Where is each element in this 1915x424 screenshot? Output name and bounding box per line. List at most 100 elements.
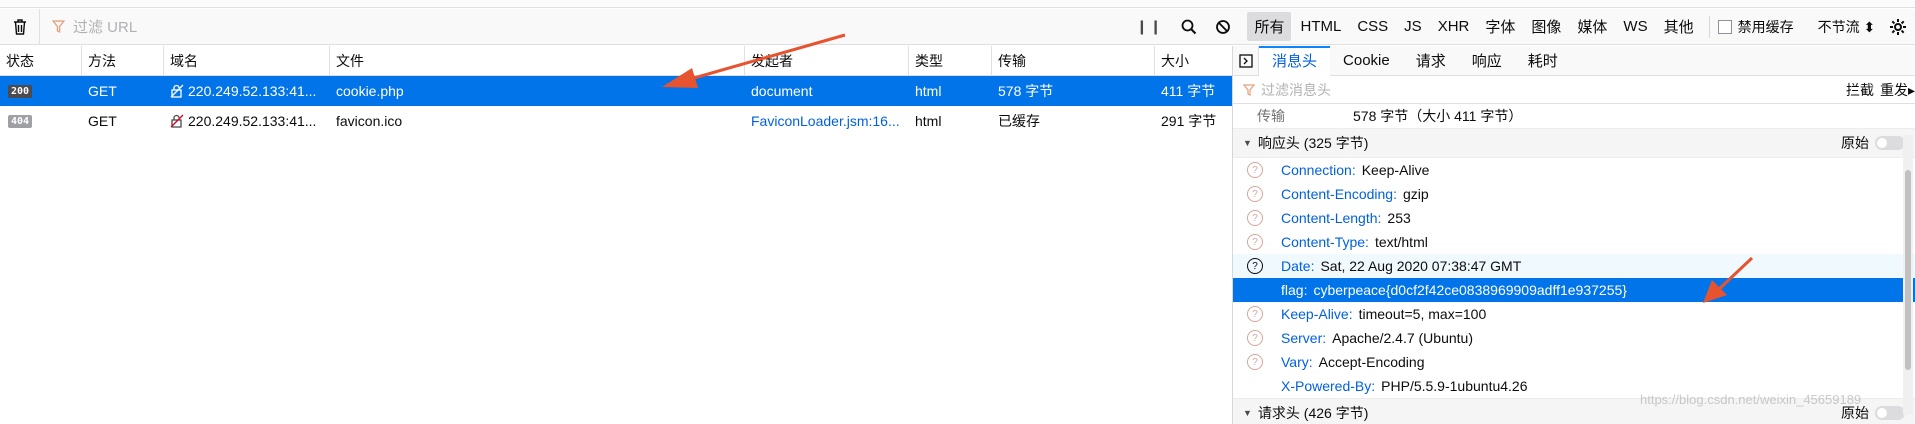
funnel-icon [52,20,65,33]
throttle-select[interactable]: 不节流 ⬍ [1818,17,1876,37]
help-icon[interactable]: ? [1247,258,1263,274]
resend-button[interactable]: 重发▸ [1880,80,1915,100]
header-value: PHP/5.5.9-1ubuntu4.26 [1381,378,1528,394]
raw-toggle[interactable] [1875,136,1905,150]
header-name: Keep-Alive: [1281,306,1353,322]
disable-cache-checkbox[interactable]: 禁用缓存 [1717,17,1794,37]
header-value: gzip [1402,186,1429,202]
type-html[interactable]: HTML [1293,14,1348,39]
header-value: Accept-Encoding [1318,354,1425,370]
raw-toggle[interactable] [1875,406,1905,420]
request-table: 状态 方法 域名 文件 发起者 类型 传输 大小 200 GET 220.249… [0,46,1232,424]
header-row[interactable]: ? Content-Type: text/html [1233,230,1915,254]
request-headers-title: 请求头 (426 字节) [1257,405,1369,421]
col-file[interactable]: 文件 [330,46,745,75]
col-size[interactable]: 大小 [1155,46,1232,75]
table-row[interactable]: 200 GET 220.249.52.133:41... cookie.php … [0,76,1232,106]
help-icon[interactable]: ? [1247,330,1263,346]
headers-filter-input[interactable]: 过滤消息头 拦截 重发▸ [1233,76,1915,104]
help-icon[interactable]: ? [1247,162,1263,178]
insecure-lock-icon [170,84,184,98]
file-cell: favicon.ico [336,113,403,129]
type-media[interactable]: 媒体 [1570,12,1614,41]
col-method[interactable]: 方法 [82,46,164,75]
block-icon[interactable] [1215,19,1231,35]
checkbox-box[interactable] [1717,19,1732,34]
header-value: timeout=5, max=100 [1358,306,1487,322]
toggle-sidebar-button[interactable] [1233,45,1259,76]
header-value: text/html [1374,234,1428,250]
type-js[interactable]: JS [1397,14,1429,39]
header-name: X-Powered-By: [1281,378,1376,394]
header-row[interactable]: ? Content-Encoding: gzip [1233,182,1915,206]
type-css[interactable]: CSS [1350,14,1395,39]
file-cell: cookie.php [336,83,404,99]
status-badge: 200 [8,84,33,98]
header-row[interactable]: ? Keep-Alive: timeout=5, max=100 [1233,302,1915,326]
clear-button[interactable] [0,8,40,45]
sidebar-toggle-icon [1238,53,1253,68]
method-cell: GET [88,113,117,129]
trash-icon [13,18,26,35]
search-icon[interactable] [1181,19,1197,35]
header-row-flag[interactable]: ? flag: cyberpeace{d0cf2f42ce0838969909adf… [1233,278,1915,302]
expand-triangle-icon: ▼ [1243,408,1252,418]
tab-response[interactable]: 响应 [1459,46,1515,76]
help-icon[interactable]: ? [1247,210,1263,226]
help-icon[interactable]: ? [1247,306,1263,322]
domain-cell: 220.249.52.133:41... [188,113,317,129]
transfer-value: 578 字节（大小 411 字节） [1353,108,1523,124]
header-name: Content-Length: [1281,210,1382,226]
block-button[interactable]: 拦截 [1846,80,1874,100]
header-row[interactable]: ? Date: Sat, 22 Aug 2020 07:38:47 GMT [1233,254,1915,278]
domain-cell: 220.249.52.133:41... [188,83,317,99]
scrollbar-thumb[interactable] [1905,170,1911,370]
col-status[interactable]: 状态 [0,46,82,75]
toolbar-divider [1708,15,1710,38]
url-filter-placeholder: 过滤 URL [73,19,138,36]
col-domain[interactable]: 域名 [164,46,330,75]
help-icon: ? [1247,282,1263,298]
gear-icon[interactable] [1889,18,1907,36]
header-name: Content-Type: [1281,234,1369,250]
network-toolbar: 过滤 URL ❙❙ 所有 HTML CSS JS XHR 字体 图像 媒体 WS… [0,8,1915,45]
type-ws[interactable]: WS [1616,14,1654,39]
header-row[interactable]: ? Connection: Keep-Alive [1233,158,1915,182]
col-transferred[interactable]: 传输 [992,46,1155,75]
response-headers-section[interactable]: ▼ 响应头 (325 字节) 原始 [1233,128,1915,158]
type-all[interactable]: 所有 [1247,12,1292,41]
tab-request[interactable]: 请求 [1403,46,1459,76]
tab-cookies[interactable]: Cookie [1330,46,1403,76]
details-tabs: 消息头 Cookie 请求 响应 耗时 [1233,45,1915,76]
type-other[interactable]: 其他 [1657,12,1701,41]
type-cell: html [915,83,942,99]
col-initiator[interactable]: 发起者 [745,46,909,75]
top-strip [0,0,1915,8]
expand-triangle-icon: ▼ [1243,138,1252,148]
header-row[interactable]: ? Server: Apache/2.4.7 (Ubuntu) [1233,326,1915,350]
help-icon[interactable]: ? [1247,186,1263,202]
type-xhr[interactable]: XHR [1431,14,1477,39]
col-type[interactable]: 类型 [909,46,992,75]
header-name: flag: [1281,282,1308,298]
header-name: Date: [1281,258,1315,274]
insecure-lock-icon [170,114,184,128]
type-filter-group: 所有 HTML CSS JS XHR 字体 图像 媒体 WS 其他 [1247,9,1700,45]
disable-cache-label: 禁用缓存 [1737,18,1794,35]
header-row[interactable]: ? Content-Length: 253 [1233,206,1915,230]
header-value: Keep-Alive [1361,162,1430,178]
url-filter-input[interactable]: 过滤 URL [40,9,1120,45]
help-icon[interactable]: ? [1247,354,1263,370]
help-icon[interactable]: ? [1247,234,1263,250]
table-row[interactable]: 404 GET 220.249.52.133:41... favicon.ico… [0,106,1232,136]
type-images[interactable]: 图像 [1524,12,1568,41]
tab-headers[interactable]: 消息头 [1259,45,1331,76]
pause-icon[interactable]: ❙❙ [1136,18,1163,35]
tab-timings[interactable]: 耗时 [1515,46,1571,76]
header-row[interactable]: ? Vary: Accept-Encoding [1233,350,1915,374]
transfer-label: 传输 [1257,108,1285,124]
type-fonts[interactable]: 字体 [1478,12,1522,41]
funnel-icon [1243,83,1255,96]
initiator-cell[interactable]: FaviconLoader.jsm:16... [745,106,909,136]
header-name: Vary: [1281,354,1313,370]
